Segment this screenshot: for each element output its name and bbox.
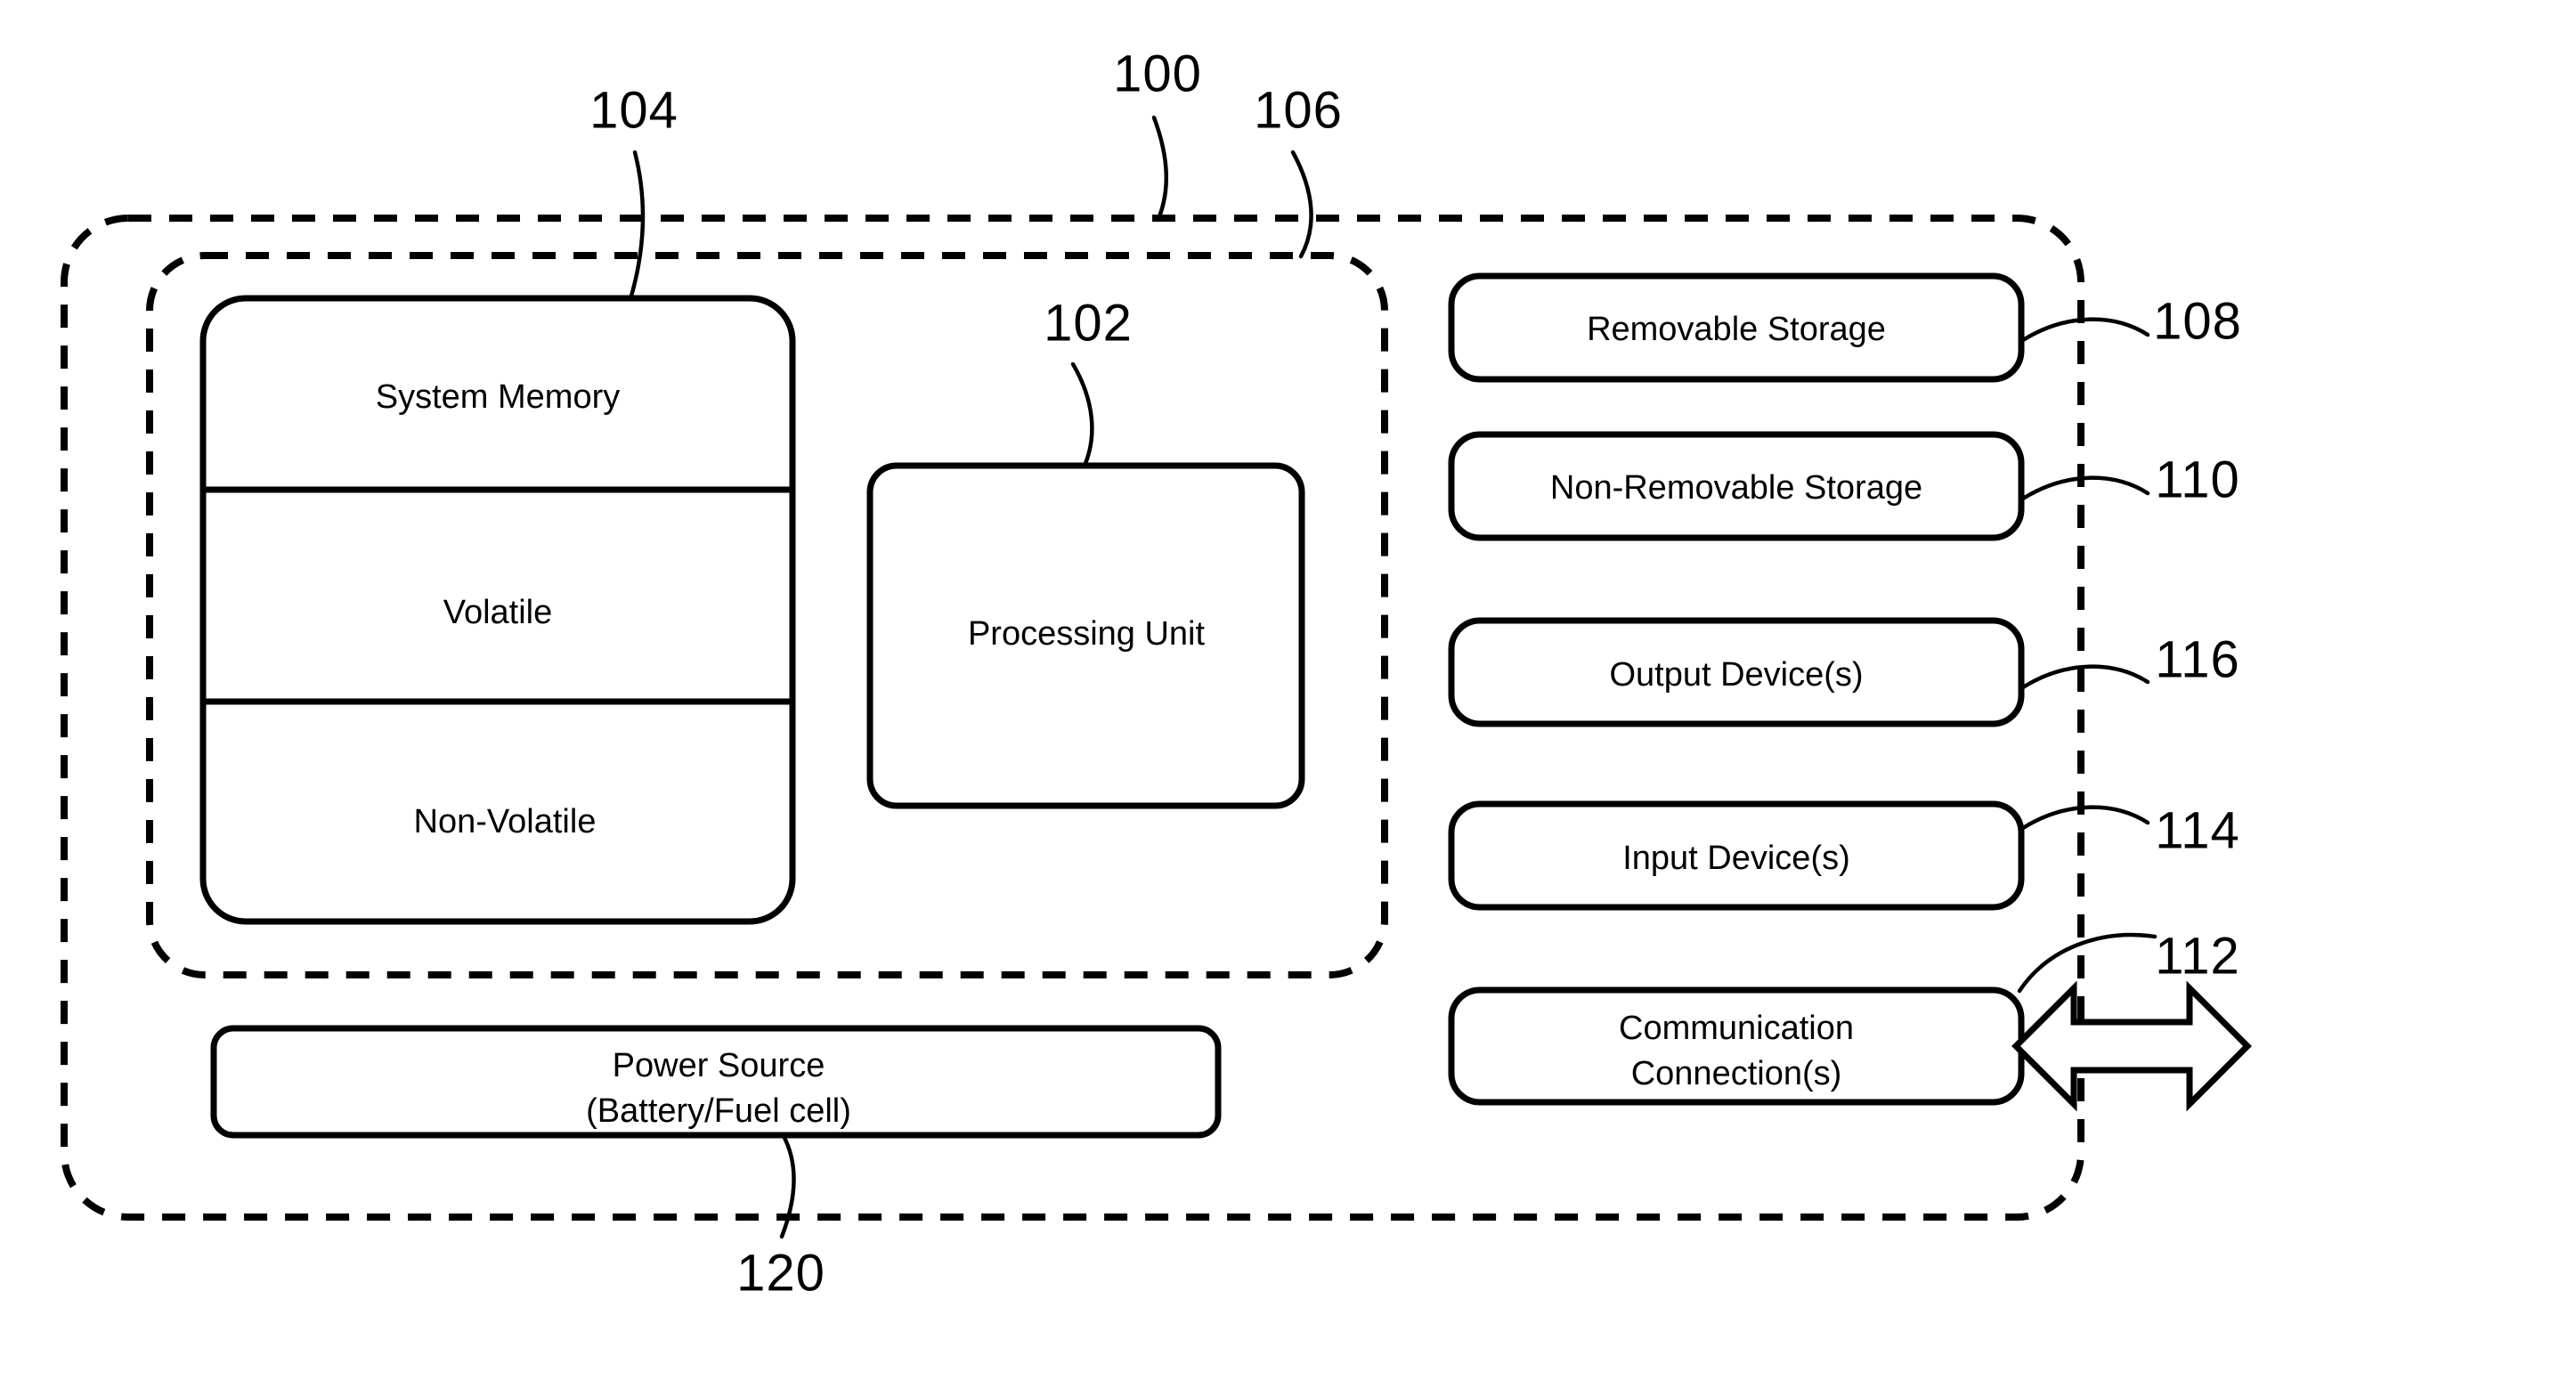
ref-number-116: 116: [2155, 630, 2239, 688]
ref-number-114: 114: [2155, 801, 2239, 859]
non-removable-storage-label: Non-Removable Storage: [1550, 469, 1922, 507]
system-memory-nonvolatile-label: Non-Volatile: [414, 803, 597, 840]
ref-number-106: 106: [1254, 81, 1343, 139]
communication-connections-label-line1: Communication: [1619, 1010, 1854, 1047]
system-memory-volatile-label: Volatile: [443, 594, 553, 631]
leader-line-104: [628, 150, 646, 302]
power-source-label-line2: (Battery/Fuel cell): [586, 1092, 851, 1130]
double-headed-arrow-icon: [2011, 980, 2252, 1112]
input-devices-label: Input Device(s): [1622, 840, 1850, 877]
system-memory-label: System Memory: [376, 378, 620, 416]
removable-storage-label: Removable Storage: [1587, 311, 1886, 348]
ref-number-104: 104: [589, 81, 679, 139]
leader-line-110: [2020, 475, 2150, 501]
leader-line-120: [779, 1133, 796, 1239]
communication-connections-label-line2: Connection(s): [1631, 1055, 1842, 1092]
leader-line-114: [2020, 805, 2150, 831]
output-devices-label: Output Device(s): [1609, 656, 1863, 694]
power-source-label-line1: Power Source: [613, 1047, 825, 1084]
processing-unit-label: Processing Unit: [968, 615, 1206, 653]
leader-line-102: [1070, 361, 1094, 468]
ref-number-110: 110: [2155, 450, 2239, 508]
leader-line-112: [2017, 932, 2158, 994]
leader-line-108: [2020, 317, 2150, 343]
ref-number-120: 120: [736, 1244, 825, 1302]
patent-figure: System Memory Volatile Non-Volatile Proc…: [0, 0, 2576, 1388]
ref-number-112: 112: [2155, 927, 2239, 985]
ref-number-102: 102: [1044, 294, 1133, 352]
leader-line-100: [1151, 115, 1169, 222]
ref-number-100: 100: [1113, 45, 1202, 102]
leader-line-116: [2020, 664, 2150, 690]
leader-line-106: [1290, 150, 1313, 259]
ref-number-108: 108: [2153, 292, 2242, 350]
diagram-canvas: System Memory Volatile Non-Volatile Proc…: [61, 45, 2252, 1302]
